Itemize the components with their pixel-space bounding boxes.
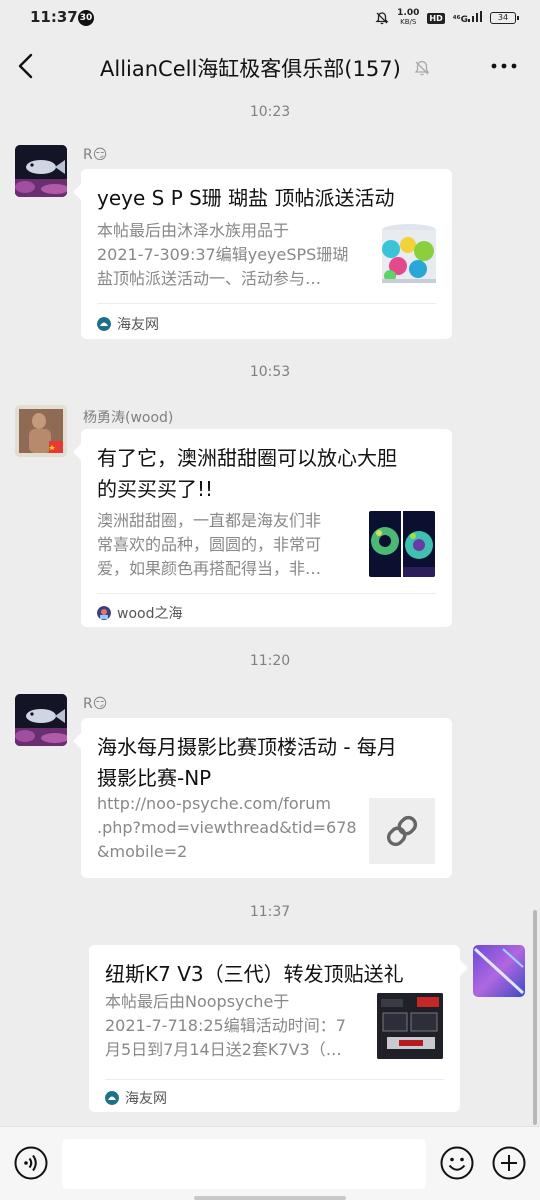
source-logo-icon: [105, 1091, 119, 1105]
link-card[interactable]: 海水每月摄影比赛顶楼活动 - 每月 摄影比赛-NP http://noo-psy…: [81, 718, 452, 878]
card-source: wood之海: [97, 603, 182, 623]
link-card[interactable]: 纽斯K7 V3（三代）转发顶贴送礼 本帖最后由Noopsyche于 2021-7…: [89, 945, 460, 1112]
signal-icon: ⁴⁶G: [453, 11, 482, 25]
bubble-tail: [73, 733, 81, 749]
home-indicator: [194, 1196, 346, 1200]
emoji-icon[interactable]: [440, 1146, 474, 1180]
source-avatar-icon: [97, 606, 111, 620]
status-bar: 11:37 30 1.00 KB/S HD ⁴⁶G 34: [0, 0, 540, 36]
card-description: 本帖最后由沐泽水族用品于 2021-7-309:37编辑yeyeSPS珊瑚 盐顶…: [97, 221, 349, 288]
message-input[interactable]: [62, 1139, 426, 1189]
bubble-tail: [460, 960, 468, 976]
status-time: 11:37: [30, 8, 78, 26]
chat-title-area: AllianCell海缸极客俱乐部(157): [100, 53, 431, 83]
more-options-icon[interactable]: [490, 58, 518, 74]
link-card[interactable]: yeye S P S珊 瑚盐 顶帖派送活动 本帖最后由沐泽水族用品于 2021-…: [81, 169, 452, 339]
message-timestamp: 11:20: [249, 653, 291, 669]
card-thumbnail: [369, 511, 435, 577]
chat-title: AllianCell海缸极客俱乐部(157): [100, 57, 401, 81]
card-divider: [105, 1079, 444, 1080]
source-logo-icon: [97, 317, 111, 331]
own-avatar[interactable]: [473, 945, 525, 997]
notification-badge: 30: [78, 10, 94, 26]
card-thumbnail: [377, 993, 443, 1059]
input-bar: [0, 1126, 540, 1200]
sender-name: R😏: [83, 147, 108, 163]
sender-name: 杨勇涛(wood): [83, 410, 174, 426]
card-description: 本帖最后由Noopsyche于 2021-7-718:25编辑活动时间：7 月5…: [105, 992, 346, 1059]
sender-avatar[interactable]: [15, 145, 67, 197]
net-speed: 1.00 KB/S: [397, 8, 420, 27]
card-title: 有了它，澳洲甜甜圈可以放心大胆 的买买买了!!: [97, 446, 397, 501]
card-source: 海友网: [97, 314, 159, 334]
card-title: yeye S P S珊 瑚盐 顶帖派送活动: [97, 186, 395, 210]
mute-bell-icon: [414, 60, 430, 76]
back-arrow-icon[interactable]: [14, 52, 38, 80]
alarm-off-icon: [375, 12, 389, 25]
link-icon-thumbnail: [369, 798, 435, 864]
status-icons: 1.00 KB/S HD ⁴⁶G 34: [375, 8, 519, 28]
card-divider: [97, 593, 436, 594]
message-timestamp: 11:37: [249, 904, 291, 920]
card-description: 澳洲甜甜圈，一直都是海友们非 常喜欢的品种，圆圆的，非常可 爱，如果颜色再搭配得…: [97, 511, 322, 578]
chat-header: AllianCell海缸极客俱乐部(157): [0, 36, 540, 96]
battery-icon: 34: [490, 12, 519, 24]
bubble-tail: [73, 184, 81, 200]
card-title: 纽斯K7 V3（三代）转发顶贴送礼: [105, 962, 404, 986]
add-more-icon[interactable]: [492, 1146, 526, 1180]
card-title: 海水每月摄影比赛顶楼活动 - 每月 摄影比赛-NP: [97, 735, 397, 790]
card-description: http://noo-psyche.com/forum .php?mod=vie…: [97, 794, 357, 861]
link-icon: [369, 798, 435, 864]
voice-input-icon[interactable]: [14, 1146, 48, 1180]
card-source: 海友网: [105, 1088, 167, 1108]
sender-name: R😏: [83, 696, 108, 712]
chat-scrollbar[interactable]: [533, 910, 537, 1125]
sender-avatar[interactable]: [15, 694, 67, 746]
message-timestamp: 10:23: [249, 104, 291, 120]
card-thumbnail: [376, 221, 442, 287]
card-divider: [97, 303, 436, 304]
sender-avatar[interactable]: [15, 405, 67, 457]
hd-badge: HD: [427, 12, 445, 24]
bubble-tail: [73, 444, 81, 460]
link-card[interactable]: 有了它，澳洲甜甜圈可以放心大胆 的买买买了!! 澳洲甜甜圈，一直都是海友们非 常…: [81, 429, 452, 627]
message-timestamp: 10:53: [249, 364, 291, 380]
